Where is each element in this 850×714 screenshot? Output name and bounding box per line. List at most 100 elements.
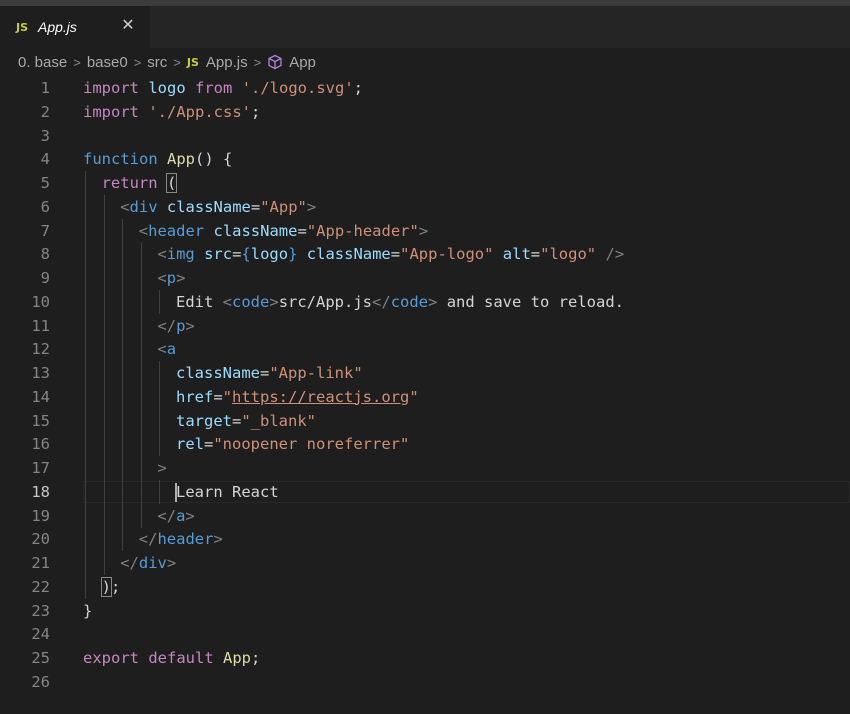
code-line[interactable]: 22);	[0, 574, 850, 599]
text-cursor	[175, 482, 177, 502]
code-line[interactable]: 24	[0, 622, 850, 646]
indent-guide	[103, 503, 105, 528]
code-text: function App() {	[83, 147, 232, 171]
code-token: href	[176, 387, 214, 406]
code-line[interactable]: 3	[0, 124, 850, 148]
code-token: https://reactjs.org	[232, 387, 410, 406]
indent-guide	[122, 527, 124, 552]
code-line[interactable]: 4 function App() {	[0, 147, 850, 171]
code-line[interactable]: 5 return (	[0, 171, 850, 195]
code-token: =	[232, 411, 242, 430]
close-icon[interactable]: ✕	[120, 17, 136, 33]
code-line[interactable]: 14 href="https://reactjs.org"	[0, 384, 850, 409]
line-number: 10	[31, 292, 50, 311]
breadcrumb-item-file[interactable]: JS App.js	[187, 54, 248, 71]
code-text: Edit <code>src/App.js</code> and save to…	[176, 290, 624, 314]
indent-guide	[159, 432, 161, 457]
code-line[interactable]: 26	[0, 670, 850, 694]
code-line[interactable]: 23}	[0, 599, 850, 623]
code-token: className	[176, 364, 260, 382]
code-token: )	[100, 576, 112, 597]
indent-guide	[103, 289, 105, 314]
code-line[interactable]: 19 </a>	[0, 503, 850, 528]
code-line[interactable]: 20 </header>	[0, 527, 850, 552]
code-line[interactable]: 18 Learn React	[0, 479, 850, 504]
code-token: p	[166, 269, 177, 287]
code-line[interactable]: 17 >	[0, 456, 850, 480]
code-token: header	[157, 530, 214, 549]
line-number: 12	[31, 340, 50, 359]
indent-guide	[85, 479, 86, 504]
code-line[interactable]: 7 <header className="App-header">	[0, 218, 850, 243]
code-line[interactable]: 25 export default App;	[0, 646, 850, 670]
code-token: App	[223, 649, 252, 667]
code-line[interactable]: 6 <div className="App">	[0, 194, 850, 219]
line-number: 22	[31, 577, 50, 596]
breadcrumb-file-label: App.js	[205, 53, 248, 71]
breadcrumb-item-base[interactable]: 0. base	[18, 54, 67, 71]
code-token: code	[390, 292, 429, 311]
indent-guide	[140, 479, 142, 504]
code-line[interactable]: 16 rel="noopener noreferrer"	[0, 432, 850, 457]
code-line[interactable]: 11 </p>	[0, 313, 850, 338]
code-token: function	[83, 150, 158, 169]
line-number: 13	[31, 364, 50, 382]
breadcrumb-item-src[interactable]: src	[147, 54, 167, 71]
indent-guide	[103, 432, 105, 457]
code-token: </	[157, 506, 177, 525]
chevron-right-icon: >	[253, 54, 262, 70]
line-number: 7	[40, 221, 50, 240]
indent-guide	[85, 313, 86, 338]
line-number: 6	[40, 197, 50, 216]
breadcrumb-item-symbol[interactable]: App	[267, 54, 316, 71]
indent-guide	[140, 384, 142, 409]
breadcrumb-item-base0[interactable]: base0	[87, 54, 128, 71]
chevron-right-icon: >	[133, 54, 142, 70]
code-token: </	[138, 530, 158, 549]
line-number: 24	[31, 625, 50, 644]
code-line[interactable]: 10 Edit <code>src/App.js</code> and save …	[0, 289, 850, 314]
tab-app-js[interactable]: JS App.js ✕	[0, 6, 150, 48]
indent-guide	[103, 527, 105, 552]
line-number: 9	[40, 269, 50, 287]
line-number: 11	[31, 316, 50, 335]
indent-guide	[122, 432, 124, 457]
code-line[interactable]: 2 import './App.css';	[0, 100, 850, 124]
code-line[interactable]: 21 </div>	[0, 551, 850, 575]
code-line[interactable]: 13 className="App-link"	[0, 361, 850, 385]
code-line[interactable]: 8 <img src={logo} className="App-logo" al…	[0, 242, 850, 267]
code-token: return	[101, 174, 158, 192]
line-number: 26	[31, 672, 50, 691]
code-token: Learn React	[176, 482, 279, 501]
indent-guide	[122, 361, 124, 385]
code-line[interactable]: 12 <a	[0, 337, 850, 362]
indent-guide	[122, 456, 124, 480]
indent-guide	[122, 503, 124, 528]
code-token: =	[213, 387, 223, 406]
line-number: 19	[31, 506, 50, 525]
indent-guide	[159, 479, 161, 504]
indent-guide	[85, 527, 86, 552]
code-token: ;	[251, 102, 261, 121]
code-token: div	[129, 197, 158, 216]
indent-guide	[103, 384, 105, 409]
code-token: "	[409, 387, 419, 406]
code-token: =	[297, 221, 307, 240]
code-token: >	[428, 292, 438, 311]
code-text: </a>	[157, 504, 194, 528]
code-text: rel="noopener noreferrer"	[176, 432, 409, 456]
code-line[interactable]: 15 target="_blank"	[0, 408, 850, 433]
code-token: >	[418, 221, 429, 240]
indent-guide	[122, 337, 124, 362]
code-line[interactable]: 9 <p>	[0, 266, 850, 290]
code-line[interactable]: 1 import logo from './logo.svg';	[0, 76, 850, 100]
code-editor[interactable]: 1 import logo from './logo.svg'; 2 import '…	[0, 76, 850, 714]
indent-guide	[122, 479, 124, 504]
code-token: alt	[502, 245, 531, 264]
code-token: ;	[251, 649, 261, 667]
